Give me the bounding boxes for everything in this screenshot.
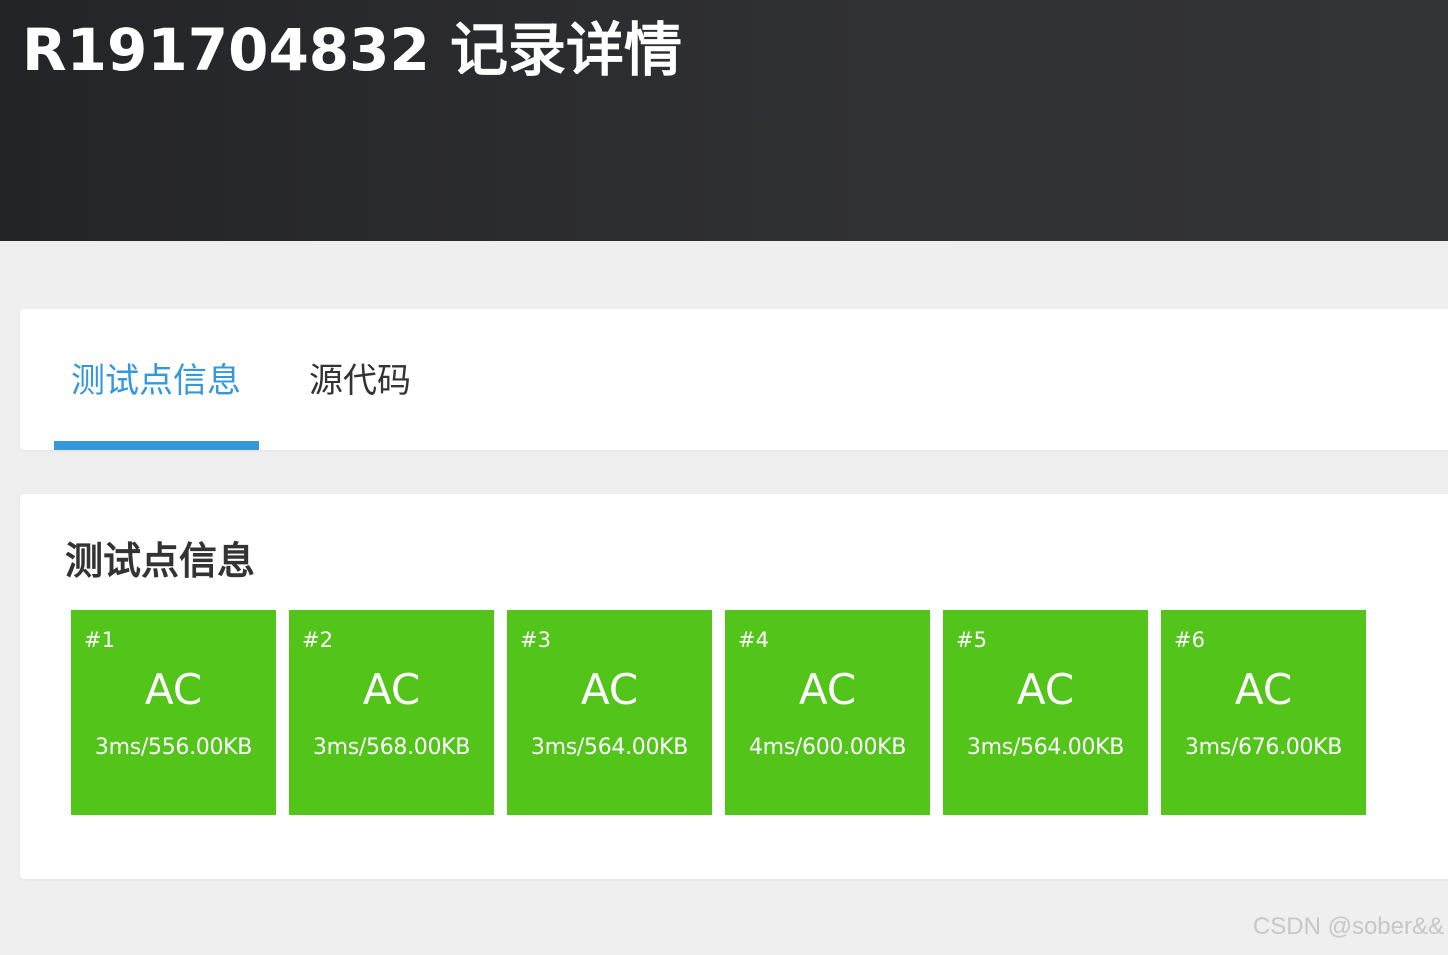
tabs-card: 测试点信息 源代码 (20, 309, 1448, 450)
test-case-tile[interactable]: #6 AC 3ms/676.00KB (1161, 610, 1366, 815)
test-case-metric: 3ms/564.00KB (966, 735, 1125, 760)
page-title: R191704832 记录详情 (22, 16, 683, 84)
test-case-id: #6 (1174, 628, 1205, 652)
test-case-metric: 3ms/676.00KB (1184, 735, 1343, 760)
test-case-id: #3 (520, 628, 551, 652)
watermark: CSDN @sober&& (1252, 913, 1444, 940)
test-case-tile[interactable]: #4 AC 4ms/600.00KB (725, 610, 930, 815)
test-case-tile[interactable]: #2 AC 3ms/568.00KB (289, 610, 494, 815)
test-case-tile[interactable]: #5 AC 3ms/564.00KB (943, 610, 1148, 815)
section-title: 测试点信息 (65, 539, 256, 583)
test-case-metric: 4ms/600.00KB (748, 735, 907, 760)
test-case-id: #5 (956, 628, 987, 652)
tab-label: 源代码 (309, 361, 411, 401)
test-case-tile[interactable]: #1 AC 3ms/556.00KB (71, 610, 276, 815)
tab-test-points[interactable]: 测试点信息 (54, 309, 259, 450)
test-case-status: AC (362, 665, 421, 714)
test-case-metric: 3ms/556.00KB (94, 735, 253, 760)
test-case-id: #4 (738, 628, 769, 652)
active-tab-indicator (54, 441, 259, 450)
tab-label: 测试点信息 (71, 361, 241, 401)
test-case-metric: 3ms/568.00KB (312, 735, 471, 760)
tab-source-code[interactable]: 源代码 (295, 309, 425, 450)
test-case-id: #1 (84, 628, 115, 652)
test-case-id: #2 (302, 628, 333, 652)
test-case-status: AC (1016, 665, 1075, 714)
test-case-status: AC (798, 665, 857, 714)
test-case-list: #1 AC 3ms/556.00KB #2 AC 3ms/568.00KB #3… (71, 610, 1366, 815)
test-case-status: AC (580, 665, 639, 714)
page-header: R191704832 记录详情 (0, 0, 1448, 241)
test-case-status: AC (144, 665, 203, 714)
test-case-tile[interactable]: #3 AC 3ms/564.00KB (507, 610, 712, 815)
test-case-metric: 3ms/564.00KB (530, 735, 689, 760)
test-case-status: AC (1234, 665, 1293, 714)
test-points-card: 测试点信息 #1 AC 3ms/556.00KB #2 AC 3ms/568.0… (20, 494, 1448, 879)
